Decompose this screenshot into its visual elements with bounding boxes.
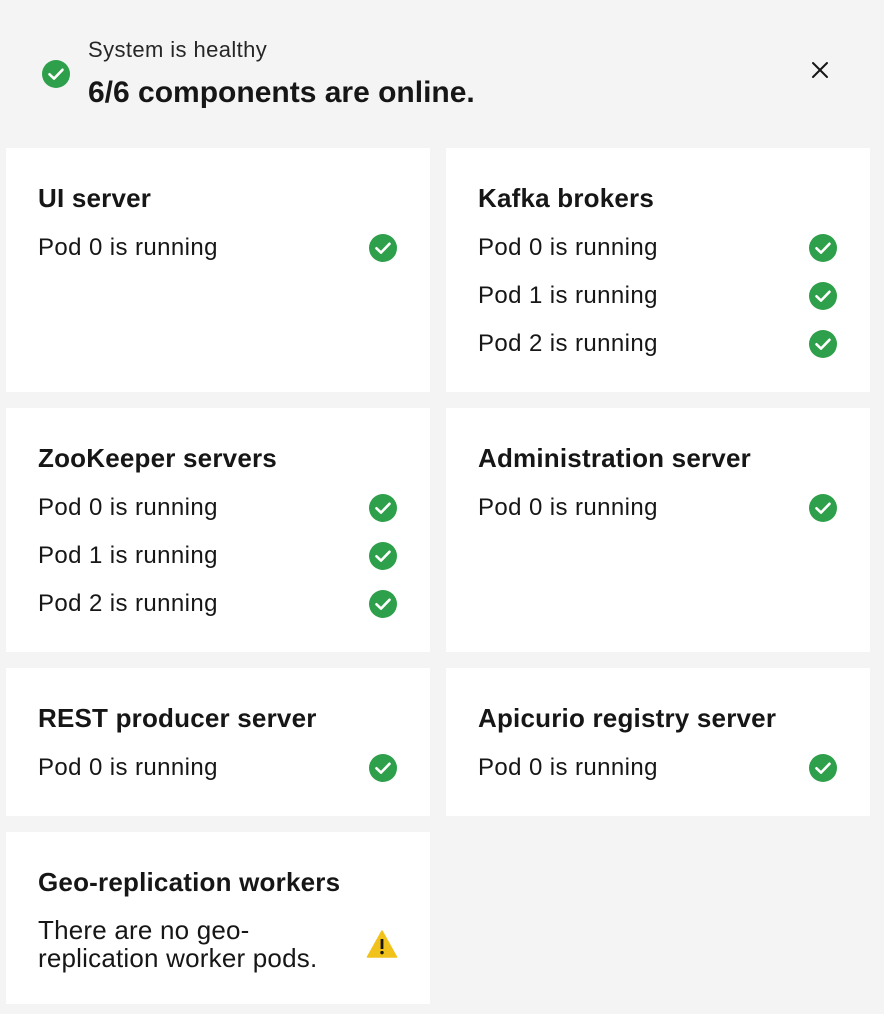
checkmark-filled-icon <box>809 234 837 262</box>
card-title: Administration server <box>478 443 751 473</box>
pod-status-label: Pod 2 is running <box>478 330 658 357</box>
component-card-kafka-brokers: Kafka brokers Pod 0 is running Pod 1 is … <box>446 148 870 392</box>
pod-row: Pod 2 is running <box>478 320 838 368</box>
status-label: System is healthy <box>88 37 268 62</box>
checkmark-filled-icon <box>42 60 70 88</box>
pod-status-label: Pod 2 is running <box>38 590 218 617</box>
card-title: Apicurio registry server <box>478 703 777 733</box>
pod-row: Pod 2 is running <box>38 580 398 628</box>
pod-row: Pod 0 is running <box>38 484 398 532</box>
pod-status-label: Pod 0 is running <box>478 494 658 521</box>
pod-row: Pod 1 is running <box>38 532 398 580</box>
status-summary: 6/6 components are online. <box>88 76 475 109</box>
pod-status-label: Pod 0 is running <box>478 234 658 261</box>
component-card-apicurio-registry-server: Apicurio registry server Pod 0 is runnin… <box>446 668 870 816</box>
pod-status-label: Pod 0 is running <box>478 754 658 781</box>
component-card-ui-server: UI server Pod 0 is running <box>6 148 430 392</box>
card-title: Geo-replication workers <box>38 867 341 897</box>
component-card-rest-producer-server: REST producer server Pod 0 is running <box>6 668 430 816</box>
warning-message: There are no geo-replication worker pods… <box>38 915 318 973</box>
checkmark-filled-icon <box>809 330 837 358</box>
pod-row: Pod 0 is running <box>478 484 838 532</box>
pod-row: Pod 1 is running <box>478 272 838 320</box>
card-title: ZooKeeper servers <box>38 443 277 473</box>
checkmark-filled-icon <box>809 282 837 310</box>
component-card-zookeeper-servers: ZooKeeper servers Pod 0 is running Pod 1… <box>6 408 430 652</box>
pod-row: Pod 0 is running <box>478 744 838 792</box>
component-card-administration-server: Administration server Pod 0 is running <box>446 408 870 652</box>
close-button[interactable] <box>800 50 840 90</box>
pod-status-label: Pod 0 is running <box>38 494 218 521</box>
health-header: System is healthy 6/6 components are onl… <box>0 0 884 140</box>
card-title: REST producer server <box>38 703 317 733</box>
checkmark-filled-icon <box>369 754 397 782</box>
warning-triangle-icon <box>366 930 398 958</box>
checkmark-filled-icon <box>369 590 397 618</box>
checkmark-filled-icon <box>369 234 397 262</box>
pod-status-label: Pod 1 is running <box>38 542 218 569</box>
pod-row: Pod 0 is running <box>478 224 838 272</box>
checkmark-filled-icon <box>809 754 837 782</box>
card-title: UI server <box>38 183 152 213</box>
pod-row: Pod 0 is running <box>38 224 398 272</box>
component-card-geo-replication-workers: Geo-replication workers There are no geo… <box>6 832 430 1004</box>
close-icon <box>812 62 828 78</box>
pod-status-label: Pod 0 is running <box>38 754 218 781</box>
pod-status-label: Pod 1 is running <box>478 282 658 309</box>
pod-row: Pod 0 is running <box>38 744 398 792</box>
checkmark-filled-icon <box>369 542 397 570</box>
checkmark-filled-icon <box>369 494 397 522</box>
pod-status-label: Pod 0 is running <box>38 234 218 261</box>
checkmark-filled-icon <box>809 494 837 522</box>
card-title: Kafka brokers <box>478 183 655 213</box>
